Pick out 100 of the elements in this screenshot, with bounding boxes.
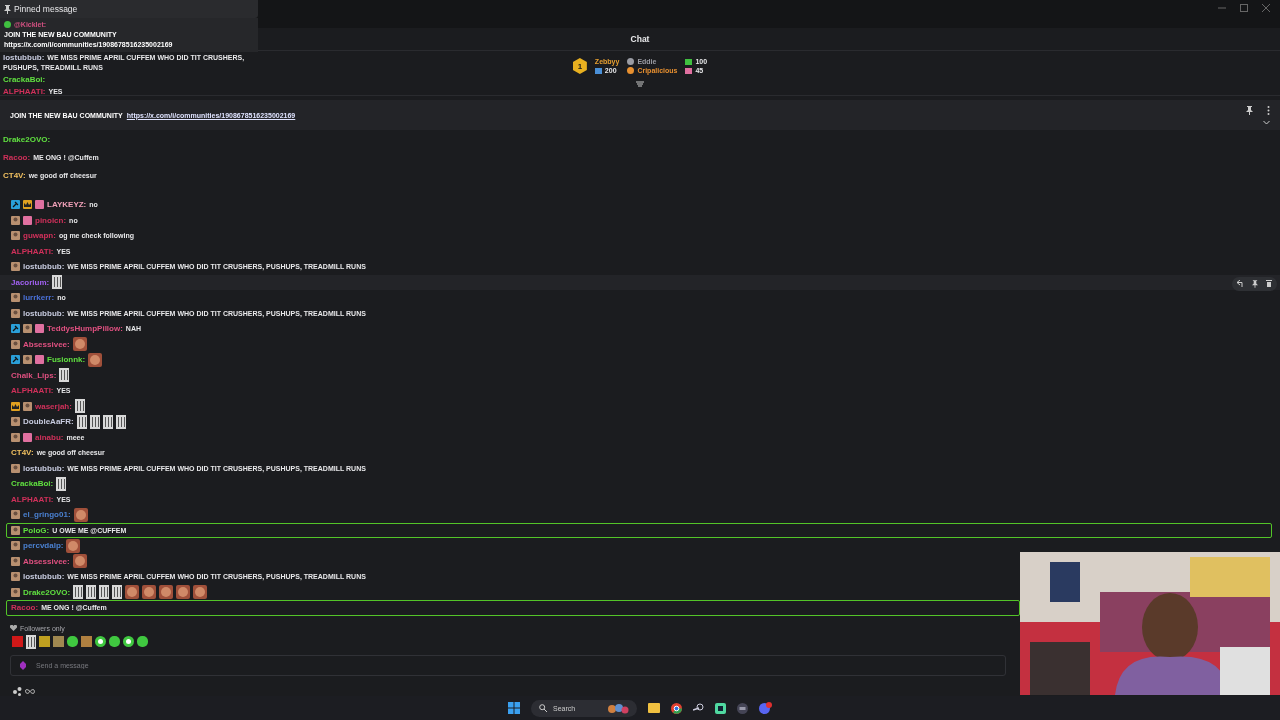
badge-icon <box>11 556 20 566</box>
gem-icon[interactable] <box>20 660 26 670</box>
username[interactable]: Fusionnk: <box>47 355 86 365</box>
badge-icon <box>23 432 32 442</box>
chat-message[interactable]: DoubleAaFR: <box>6 414 1272 430</box>
username[interactable]: lostubbub: <box>23 572 65 582</box>
emote-icon <box>73 585 84 600</box>
badge-icon <box>11 417 20 427</box>
delete-icon[interactable] <box>1266 280 1272 287</box>
username[interactable]: PoloG: <box>23 525 50 535</box>
username[interactable]: lostubbub: <box>23 308 65 318</box>
share-icon[interactable] <box>13 686 22 696</box>
emote-icon[interactable] <box>95 636 106 647</box>
badge-icon <box>11 262 20 272</box>
username[interactable]: Drake2OVO: <box>23 587 71 597</box>
badge-icon <box>11 401 20 411</box>
chat-message[interactable]: Jacorium: <box>0 274 1280 290</box>
close-icon[interactable] <box>1262 4 1270 12</box>
badge-icon <box>11 324 20 334</box>
browser-icon[interactable] <box>671 702 682 714</box>
username[interactable]: TeddysHumpPillow: <box>47 324 123 334</box>
overlay-message: CrackaBoi: <box>3 76 47 83</box>
emote-icon[interactable] <box>109 636 120 647</box>
username[interactable]: LAYKEYZ: <box>47 200 87 210</box>
chat-message[interactable]: Chalk_Lips: <box>6 367 1272 383</box>
username[interactable]: lostubbub: <box>23 463 65 473</box>
badge-icon <box>23 355 32 365</box>
emote-icon <box>115 414 126 429</box>
emote-icon <box>102 414 113 429</box>
username[interactable]: guwapn: <box>23 231 56 241</box>
chevron-icon[interactable] <box>1263 119 1270 125</box>
emote-icon <box>72 554 87 569</box>
emote-icon[interactable] <box>123 636 134 647</box>
username[interactable]: Absessivee: <box>23 556 70 566</box>
heart-icon <box>10 625 17 631</box>
rank-badge: 1 <box>572 58 587 74</box>
username[interactable]: percvdalp: <box>23 541 64 551</box>
username[interactable]: DoubleAaFR: <box>23 417 74 427</box>
username[interactable]: ainabu: <box>35 432 64 442</box>
badge-icon <box>23 200 32 210</box>
badge-icon <box>11 587 20 597</box>
emote-icon[interactable] <box>137 636 148 647</box>
username[interactable]: Racoo: <box>11 603 39 613</box>
chat-message[interactable]: Drake2OVO: <box>6 584 1020 600</box>
badge-icon <box>23 401 32 411</box>
username[interactable]: Chalk_Lips: <box>11 370 57 380</box>
badge-icon <box>23 324 32 334</box>
emote-icon <box>193 585 208 600</box>
emote-icon <box>89 414 100 429</box>
app-icon[interactable] <box>737 702 748 714</box>
username[interactable]: pinoicn: <box>35 215 67 225</box>
start-icon[interactable] <box>508 702 520 714</box>
username[interactable]: lostubbub: <box>23 262 65 272</box>
badge-icon <box>11 572 20 582</box>
badge-icon <box>35 324 44 334</box>
username[interactable]: Jacorium: <box>11 277 50 287</box>
pin-icon[interactable] <box>1246 105 1253 115</box>
overlay-pinned-title: Pinned message <box>14 4 78 14</box>
pin-icon[interactable] <box>1252 279 1258 288</box>
badge-icon <box>11 200 20 210</box>
chat-message[interactable]: Absessivee: <box>6 553 1020 569</box>
chat-message[interactable]: Fusionnk: <box>6 352 1272 368</box>
emote-icon <box>112 585 123 600</box>
gift-icon <box>594 67 602 74</box>
app-icon[interactable] <box>715 702 726 714</box>
badge-icon <box>11 308 20 318</box>
pin-icon <box>4 4 11 14</box>
reply-icon[interactable] <box>1237 280 1244 287</box>
chat-message[interactable]: Absessivee: <box>6 336 1272 352</box>
username[interactable]: CT4V: <box>11 448 34 458</box>
emote-icon <box>76 414 87 429</box>
more-icon[interactable] <box>1267 105 1270 115</box>
badge-icon <box>35 355 44 365</box>
username[interactable]: waserjah: <box>35 401 72 411</box>
emote-icon <box>72 337 87 352</box>
username[interactable]: el_gringo01: <box>23 510 71 520</box>
chat-app-icon[interactable] <box>759 702 772 714</box>
emote-icon <box>66 538 81 553</box>
emote-icon <box>73 507 88 522</box>
badge-icon <box>11 525 20 535</box>
chat-title: Chat <box>630 34 650 44</box>
username[interactable]: CrackaBoi: <box>11 479 54 489</box>
badge-icon <box>11 293 20 303</box>
username[interactable]: ALPHAATI: <box>11 386 54 396</box>
username[interactable]: ALPHAATI: <box>11 246 54 256</box>
infinity-icon[interactable] <box>25 688 35 694</box>
chat-message[interactable]: waserjah: <box>6 398 1272 414</box>
username[interactable]: lurrkerr: <box>23 293 55 303</box>
username[interactable]: Absessivee: <box>23 339 70 349</box>
expand-icon[interactable] <box>636 81 644 88</box>
badge-icon <box>11 339 20 349</box>
emote-icon <box>74 399 85 414</box>
chat-message[interactable]: el_gringo01: <box>6 507 1272 523</box>
chat-message[interactable]: CrackaBoi: <box>6 476 1272 492</box>
emote-icon <box>88 352 103 367</box>
badge-icon <box>11 231 20 241</box>
chat-message[interactable]: percvdalp: <box>6 538 1272 554</box>
maximize-icon[interactable] <box>1240 4 1248 12</box>
username[interactable]: ALPHAATI: <box>11 494 54 504</box>
emote-icon[interactable] <box>67 636 78 647</box>
